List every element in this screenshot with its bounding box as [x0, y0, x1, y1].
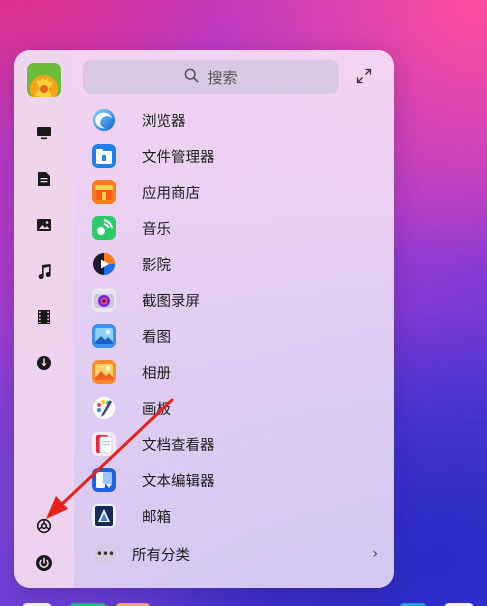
music-icon[interactable] [34, 261, 54, 281]
app-store-icon [92, 180, 116, 204]
app-item-document-viewer[interactable]: 文档查看器 [92, 428, 382, 460]
app-item-mail[interactable]: 邮箱 [92, 500, 382, 532]
all-categories-label: 所有分类 [132, 547, 190, 564]
file-manager-icon [92, 144, 116, 168]
movie-app-icon [92, 252, 116, 276]
app-label: 截图录屏 [142, 293, 200, 310]
search-input[interactable]: 搜索 [83, 60, 339, 94]
app-item-draw[interactable]: 画板 [92, 392, 382, 424]
launcher-sidebar [14, 50, 74, 588]
fullscreen-icon[interactable] [356, 68, 372, 84]
document-viewer-icon [92, 432, 116, 456]
download-icon[interactable] [34, 353, 54, 373]
album-icon [92, 360, 116, 384]
monitor-icon[interactable] [34, 123, 54, 143]
more-icon: ••• [94, 543, 116, 565]
app-label: 浏览器 [142, 113, 186, 130]
screenshot-icon [92, 288, 116, 312]
app-item-movie[interactable]: 影院 [92, 248, 382, 280]
app-label: 音乐 [142, 221, 171, 238]
film-icon[interactable] [34, 307, 54, 327]
app-item-image-viewer[interactable]: 看图 [92, 320, 382, 352]
image-viewer-icon [92, 324, 116, 348]
app-label: 文件管理器 [142, 149, 215, 166]
document-icon[interactable] [34, 169, 54, 189]
app-item-app-store[interactable]: 应用商店 [92, 176, 382, 208]
dock-bar [0, 596, 487, 606]
app-item-music[interactable]: 音乐 [92, 212, 382, 244]
power-icon[interactable] [34, 553, 54, 573]
app-item-browser[interactable]: 浏览器 [92, 104, 382, 136]
launcher-menu: 搜索 浏览器 文件管理器 应用商店 音乐 影院 截图录屏 看图 相册 画板 文档… [14, 50, 394, 588]
app-label: 应用商店 [142, 185, 200, 202]
app-item-album[interactable]: 相册 [92, 356, 382, 388]
settings-icon[interactable] [34, 516, 54, 536]
mail-icon [92, 504, 116, 528]
music-app-icon [92, 216, 116, 240]
app-label: 邮箱 [142, 509, 171, 526]
browser-icon [92, 108, 116, 132]
image-icon[interactable] [34, 215, 54, 235]
app-item-screenshot[interactable]: 截图录屏 [92, 284, 382, 316]
search-placeholder: 搜索 [207, 68, 238, 87]
app-label: 影院 [142, 257, 171, 274]
app-label: 看图 [142, 329, 171, 346]
app-item-file-manager[interactable]: 文件管理器 [92, 140, 382, 172]
text-editor-icon [92, 468, 116, 492]
draw-icon [92, 396, 116, 420]
app-label: 相册 [142, 365, 171, 382]
app-label: 画板 [142, 401, 171, 418]
avatar[interactable] [27, 63, 61, 97]
app-item-text-editor[interactable]: 文本编辑器 [92, 464, 382, 496]
all-categories-button[interactable]: ••• 所有分类 › [92, 538, 382, 570]
app-label: 文本编辑器 [142, 473, 215, 490]
search-icon [184, 68, 200, 87]
chevron-right-icon: › [372, 546, 378, 562]
app-label: 文档查看器 [142, 437, 215, 454]
